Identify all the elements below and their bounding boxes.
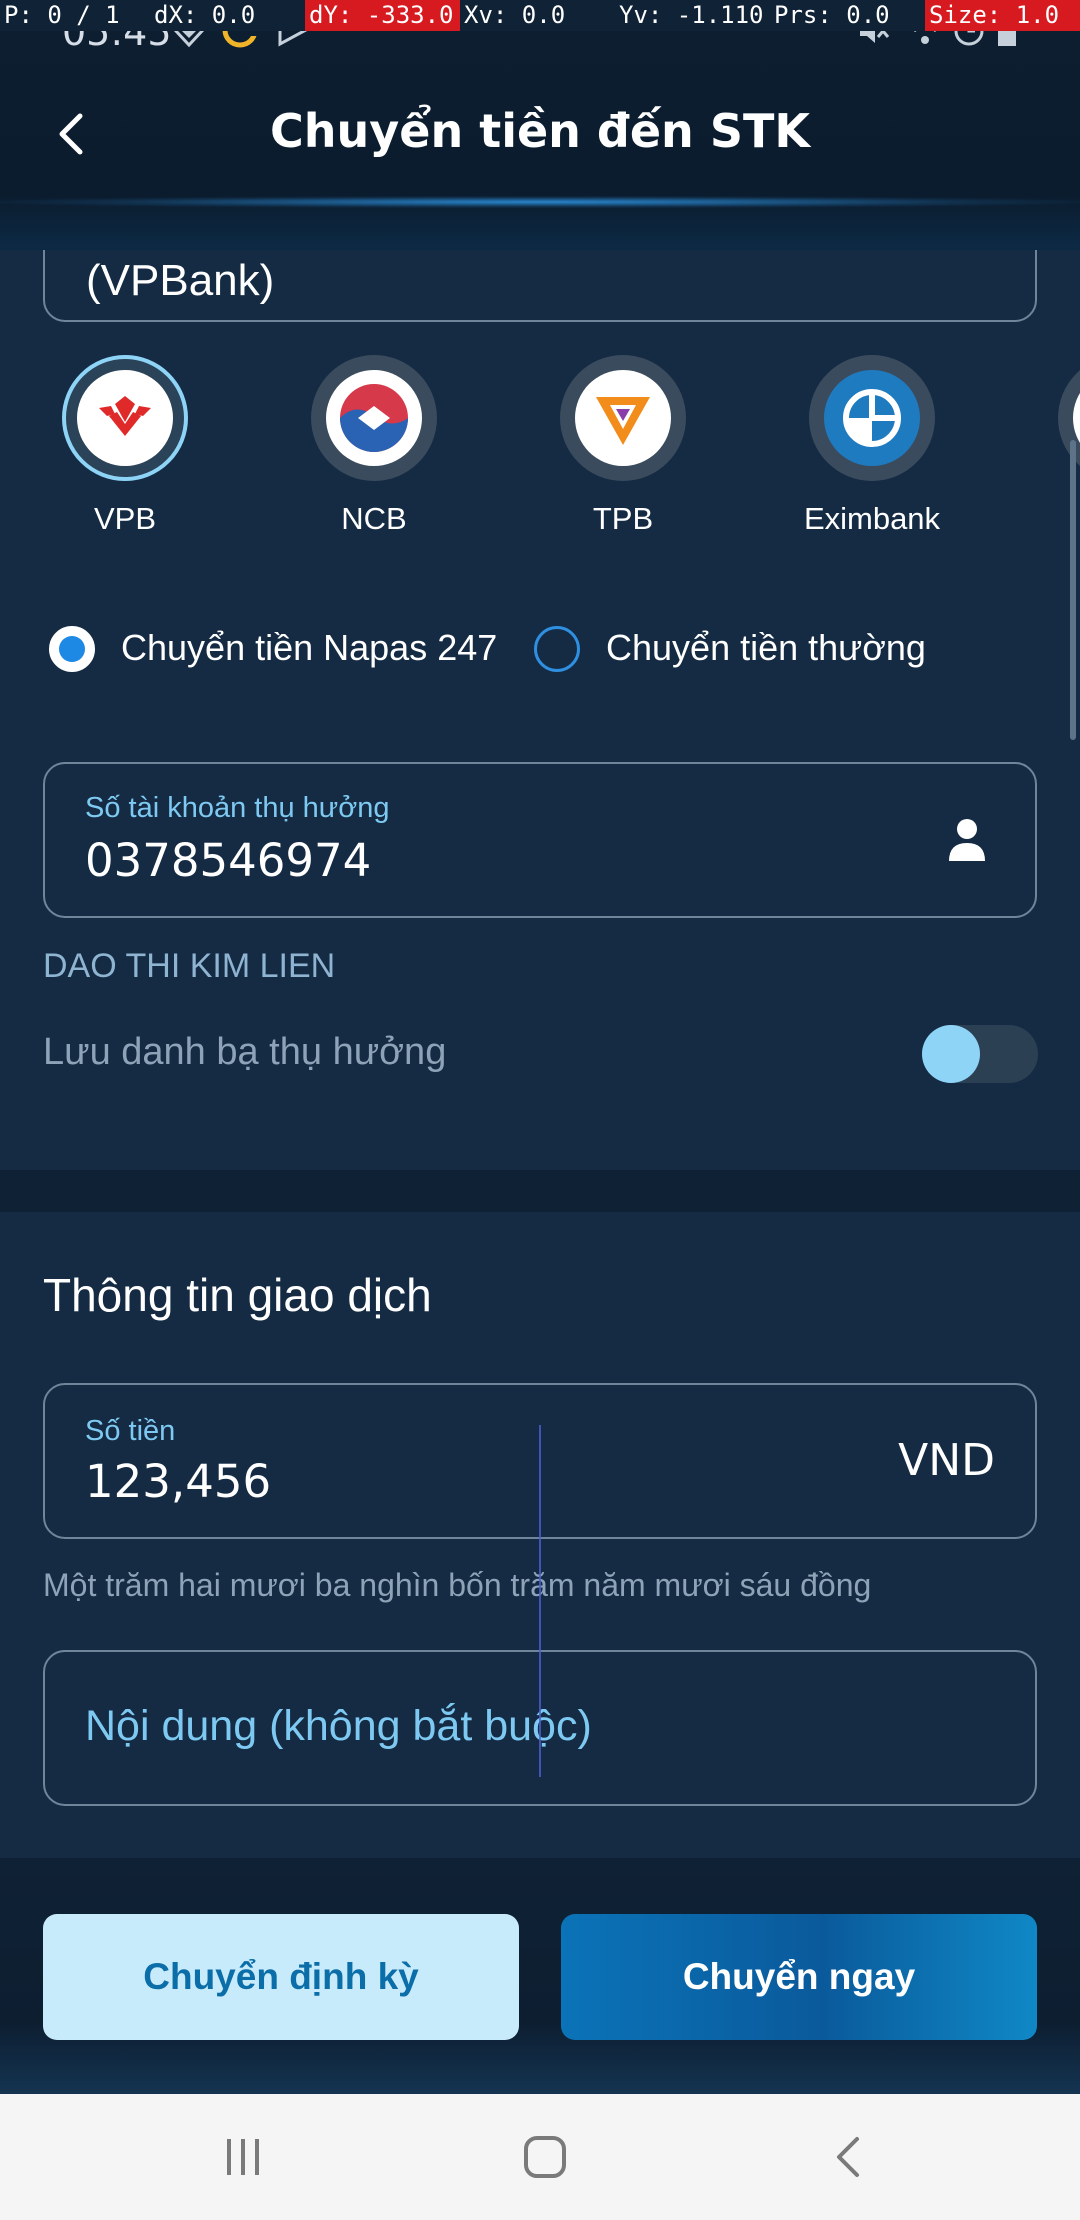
save-contact-toggle[interactable] <box>922 1025 1038 1083</box>
back-icon[interactable] <box>808 2124 888 2190</box>
pointer-trace-line <box>539 1425 541 1777</box>
bank-option-ncb[interactable]: NCB <box>274 355 474 537</box>
eximbank-logo-icon <box>824 370 920 466</box>
bank-name: Eximbank <box>803 501 941 536</box>
debug-xv: Xv: 0.0 <box>464 1 566 29</box>
account-number-label: Số tài khoản thụ hưởng <box>85 792 390 824</box>
bank-name: VPB <box>93 501 157 536</box>
bank-name: TPB <box>592 501 654 536</box>
debug-dy: dY: -333.0 <box>305 0 460 31</box>
pointer-location-overlay: P: 0 / 1 dX: 0.0 dY: -333.0 Xv: 0.0 Yv: … <box>0 0 1080 31</box>
page-title: Chuyển tiền đến STK <box>270 104 810 158</box>
ncb-logo-icon <box>326 370 422 466</box>
debug-yv: Yv: -1.110 <box>619 1 764 29</box>
amount-in-words: Một trăm hai mươi ba nghìn bốn trăm năm … <box>43 1567 872 1603</box>
debug-size: Size: 1.0 <box>925 0 1080 31</box>
amount-input[interactable]: 123,456 <box>85 1455 271 1508</box>
bank-option-tpb[interactable]: TPB <box>523 355 723 537</box>
header-glow <box>0 196 1080 208</box>
bank-option-partial[interactable] <box>1058 355 1080 481</box>
radio-napas-247[interactable] <box>49 626 95 672</box>
bank-logo <box>809 355 935 481</box>
vpb-logo-icon <box>77 370 173 466</box>
recent-apps-icon[interactable] <box>203 2124 283 2190</box>
toggle-knob <box>922 1025 980 1083</box>
debug-dx: dX: 0.0 <box>154 1 256 29</box>
home-icon[interactable] <box>505 2124 585 2190</box>
section-title: Thông tin giao dịch <box>43 1269 432 1321</box>
scheduled-transfer-button[interactable]: Chuyển định kỳ <box>43 1914 519 2040</box>
bank-field-clip: (VPBank) <box>0 250 1080 330</box>
account-holder-name: DAO THI KIM LIEN <box>43 947 336 985</box>
bank-field-value: (VPBank) <box>86 256 275 305</box>
bank-option-eximbank[interactable]: Eximbank <box>772 355 972 537</box>
radio-normal-transfer[interactable] <box>534 626 580 672</box>
amount-label: Số tiền <box>85 1415 176 1447</box>
bank-name: NCB <box>341 501 407 536</box>
account-number-field[interactable]: Số tài khoản thụ hưởng 0378546974 <box>43 762 1037 918</box>
radio-label-normal-transfer[interactable]: Chuyển tiền thường <box>606 627 926 669</box>
person-icon[interactable] <box>947 817 987 867</box>
bank-logo <box>311 355 437 481</box>
bank-logo <box>62 355 188 481</box>
bank-field[interactable]: (VPBank) <box>43 250 1037 322</box>
radio-label-napas-247[interactable]: Chuyển tiền Napas 247 <box>121 627 497 669</box>
transfer-now-button[interactable]: Chuyển ngay <box>561 1914 1037 2040</box>
currency-label: VND <box>898 1435 995 1486</box>
debug-pointer: P: 0 / 1 <box>4 1 120 29</box>
scrollbar[interactable] <box>1070 440 1076 740</box>
section-divider <box>0 1170 1080 1212</box>
note-placeholder[interactable]: Nội dung (không bắt buộc) <box>85 1702 592 1751</box>
bank-logo <box>560 355 686 481</box>
save-contact-label: Lưu danh bạ thụ hưởng <box>43 1031 447 1073</box>
debug-prs: Prs: 0.0 <box>774 1 890 29</box>
account-number-input[interactable]: 0378546974 <box>85 834 371 887</box>
bank-option-vpb[interactable]: VPB <box>25 355 225 537</box>
tpb-logo-icon <box>575 370 671 466</box>
